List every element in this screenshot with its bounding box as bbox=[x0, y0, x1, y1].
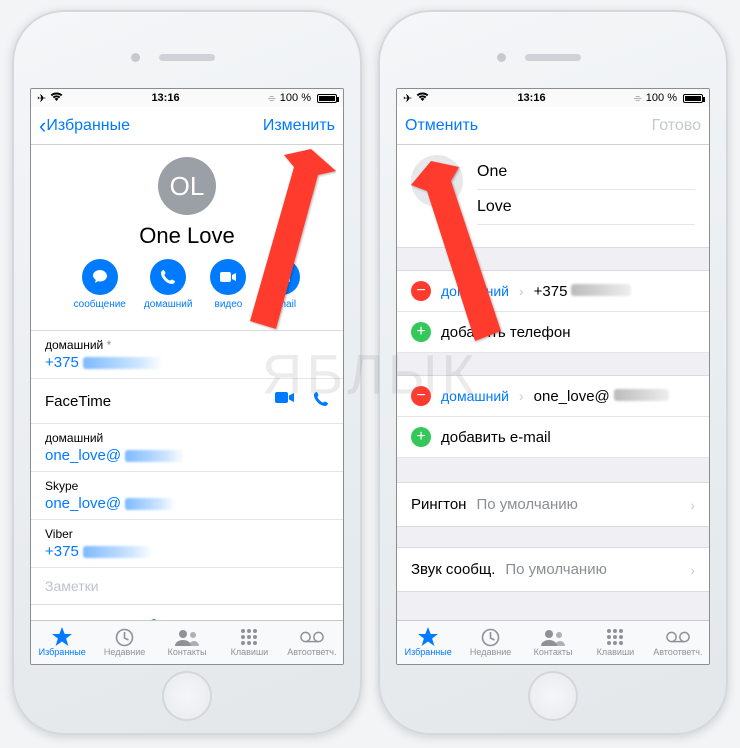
battery-icon bbox=[317, 94, 337, 103]
chevron-right-icon: › bbox=[690, 497, 695, 513]
delete-email-icon[interactable]: − bbox=[411, 386, 431, 406]
add-email-row[interactable]: + добавить e-mail bbox=[397, 417, 709, 458]
edit-content: фото One Love − домашний › +375 + добави… bbox=[397, 145, 709, 620]
action-mail[interactable]: e-mail bbox=[264, 259, 300, 310]
phone-edit-row[interactable]: − домашний › +375 bbox=[397, 271, 709, 312]
clock-icon bbox=[479, 628, 503, 646]
avatar[interactable]: OL bbox=[158, 157, 216, 215]
status-time: 13:16 bbox=[429, 92, 634, 104]
tab-contacts[interactable]: Контакты bbox=[156, 621, 218, 664]
keypad-icon bbox=[603, 628, 627, 646]
delete-phone-icon[interactable]: − bbox=[411, 281, 431, 301]
contact-name: One Love bbox=[31, 223, 343, 249]
nav-bar: ‹ Избранные Изменить bbox=[31, 107, 343, 145]
contacts-icon bbox=[541, 628, 565, 646]
first-name-field[interactable]: One bbox=[477, 155, 695, 190]
home-button[interactable] bbox=[528, 671, 578, 721]
facetime-audio-icon[interactable] bbox=[313, 391, 329, 411]
add-phone-icon[interactable]: + bbox=[411, 322, 431, 342]
screen-contact-edit: ✈︎ 13:16 ⌯ 100 % Отменить Готово фото On… bbox=[396, 88, 710, 665]
star-icon bbox=[50, 628, 74, 646]
airplane-icon: ✈︎ bbox=[403, 92, 412, 105]
battery-icon bbox=[683, 94, 703, 103]
ringtone-row[interactable]: Рингтон По умолчанию › bbox=[397, 482, 709, 527]
texttone-row[interactable]: Звук сообщ. По умолчанию › bbox=[397, 547, 709, 592]
device-right: ✈︎ 13:16 ⌯ 100 % Отменить Готово фото On… bbox=[378, 10, 728, 735]
screen-contact-view: ✈︎ 13:16 ⌯ 100 % ‹ Избранные Изменить OL… bbox=[30, 88, 344, 665]
chevron-right-icon: › bbox=[519, 388, 524, 404]
status-bar: ✈︎ 13:16 ⌯ 100 % bbox=[31, 89, 343, 107]
tab-voicemail[interactable]: Автоответч. bbox=[647, 621, 709, 664]
action-video[interactable]: видео bbox=[210, 259, 246, 310]
action-call[interactable]: домашний bbox=[144, 259, 193, 310]
facetime-video-icon[interactable] bbox=[275, 391, 295, 411]
keypad-icon bbox=[237, 628, 261, 646]
phone-row[interactable]: домашний * +375 bbox=[31, 331, 343, 379]
contact-content: OL One Love сообщение домашний видео bbox=[31, 145, 343, 620]
bluetooth-icon: ⌯ bbox=[634, 93, 642, 104]
chevron-right-icon: › bbox=[519, 283, 524, 299]
cancel-button[interactable]: Отменить bbox=[405, 117, 478, 135]
star-icon bbox=[416, 628, 440, 646]
add-photo-button[interactable]: фото bbox=[411, 155, 463, 207]
home-button[interactable] bbox=[162, 671, 212, 721]
tab-recents[interactable]: Недавние bbox=[93, 621, 155, 664]
bluetooth-icon: ⌯ bbox=[268, 93, 276, 104]
voicemail-icon bbox=[666, 628, 690, 646]
done-button[interactable]: Готово bbox=[652, 117, 701, 135]
battery-percent: 100 % bbox=[280, 92, 311, 104]
voicemail-icon bbox=[300, 628, 324, 646]
airplane-icon: ✈︎ bbox=[37, 92, 46, 105]
facetime-row[interactable]: FaceTime bbox=[31, 379, 343, 424]
edit-button[interactable]: Изменить bbox=[263, 117, 335, 135]
skype-row[interactable]: Skype one_love@ bbox=[31, 472, 343, 520]
notes-row[interactable]: Заметки bbox=[31, 568, 343, 604]
device-left: ✈︎ 13:16 ⌯ 100 % ‹ Избранные Изменить OL… bbox=[12, 10, 362, 735]
email-edit-row[interactable]: − домашний › one_love@ bbox=[397, 376, 709, 417]
tab-bar: Избранные Недавние Контакты Клавиши Авто… bbox=[31, 620, 343, 664]
viber-row[interactable]: Viber +375 bbox=[31, 520, 343, 568]
email-row[interactable]: домашний one_love@ bbox=[31, 424, 343, 472]
company-field[interactable] bbox=[477, 225, 695, 241]
action-message[interactable]: сообщение bbox=[74, 259, 126, 310]
wifi-icon bbox=[50, 92, 63, 105]
clock-icon bbox=[113, 628, 137, 646]
send-message-row[interactable]: Отправить сообщение bbox=[31, 604, 343, 620]
add-phone-row[interactable]: + добавить телефон bbox=[397, 312, 709, 353]
tab-keypad[interactable]: Клавиши bbox=[218, 621, 280, 664]
tab-favorites[interactable]: Избранные bbox=[397, 621, 459, 664]
wifi-icon bbox=[416, 92, 429, 105]
back-button[interactable]: ‹ Избранные bbox=[39, 117, 130, 135]
tab-contacts[interactable]: Контакты bbox=[522, 621, 584, 664]
tab-bar: Избранные Недавние Контакты Клавиши Авто… bbox=[397, 620, 709, 664]
chevron-right-icon: › bbox=[690, 562, 695, 578]
status-bar: ✈︎ 13:16 ⌯ 100 % bbox=[397, 89, 709, 107]
contacts-icon bbox=[175, 628, 199, 646]
tab-favorites[interactable]: Избранные bbox=[31, 621, 93, 664]
back-label: Избранные bbox=[46, 117, 130, 135]
tab-keypad[interactable]: Клавиши bbox=[584, 621, 646, 664]
nav-bar: Отменить Готово bbox=[397, 107, 709, 145]
status-time: 13:16 bbox=[63, 92, 268, 104]
last-name-field[interactable]: Love bbox=[477, 190, 695, 225]
tab-recents[interactable]: Недавние bbox=[459, 621, 521, 664]
tab-voicemail[interactable]: Автоответч. bbox=[281, 621, 343, 664]
battery-percent: 100 % bbox=[646, 92, 677, 104]
add-email-icon[interactable]: + bbox=[411, 427, 431, 447]
